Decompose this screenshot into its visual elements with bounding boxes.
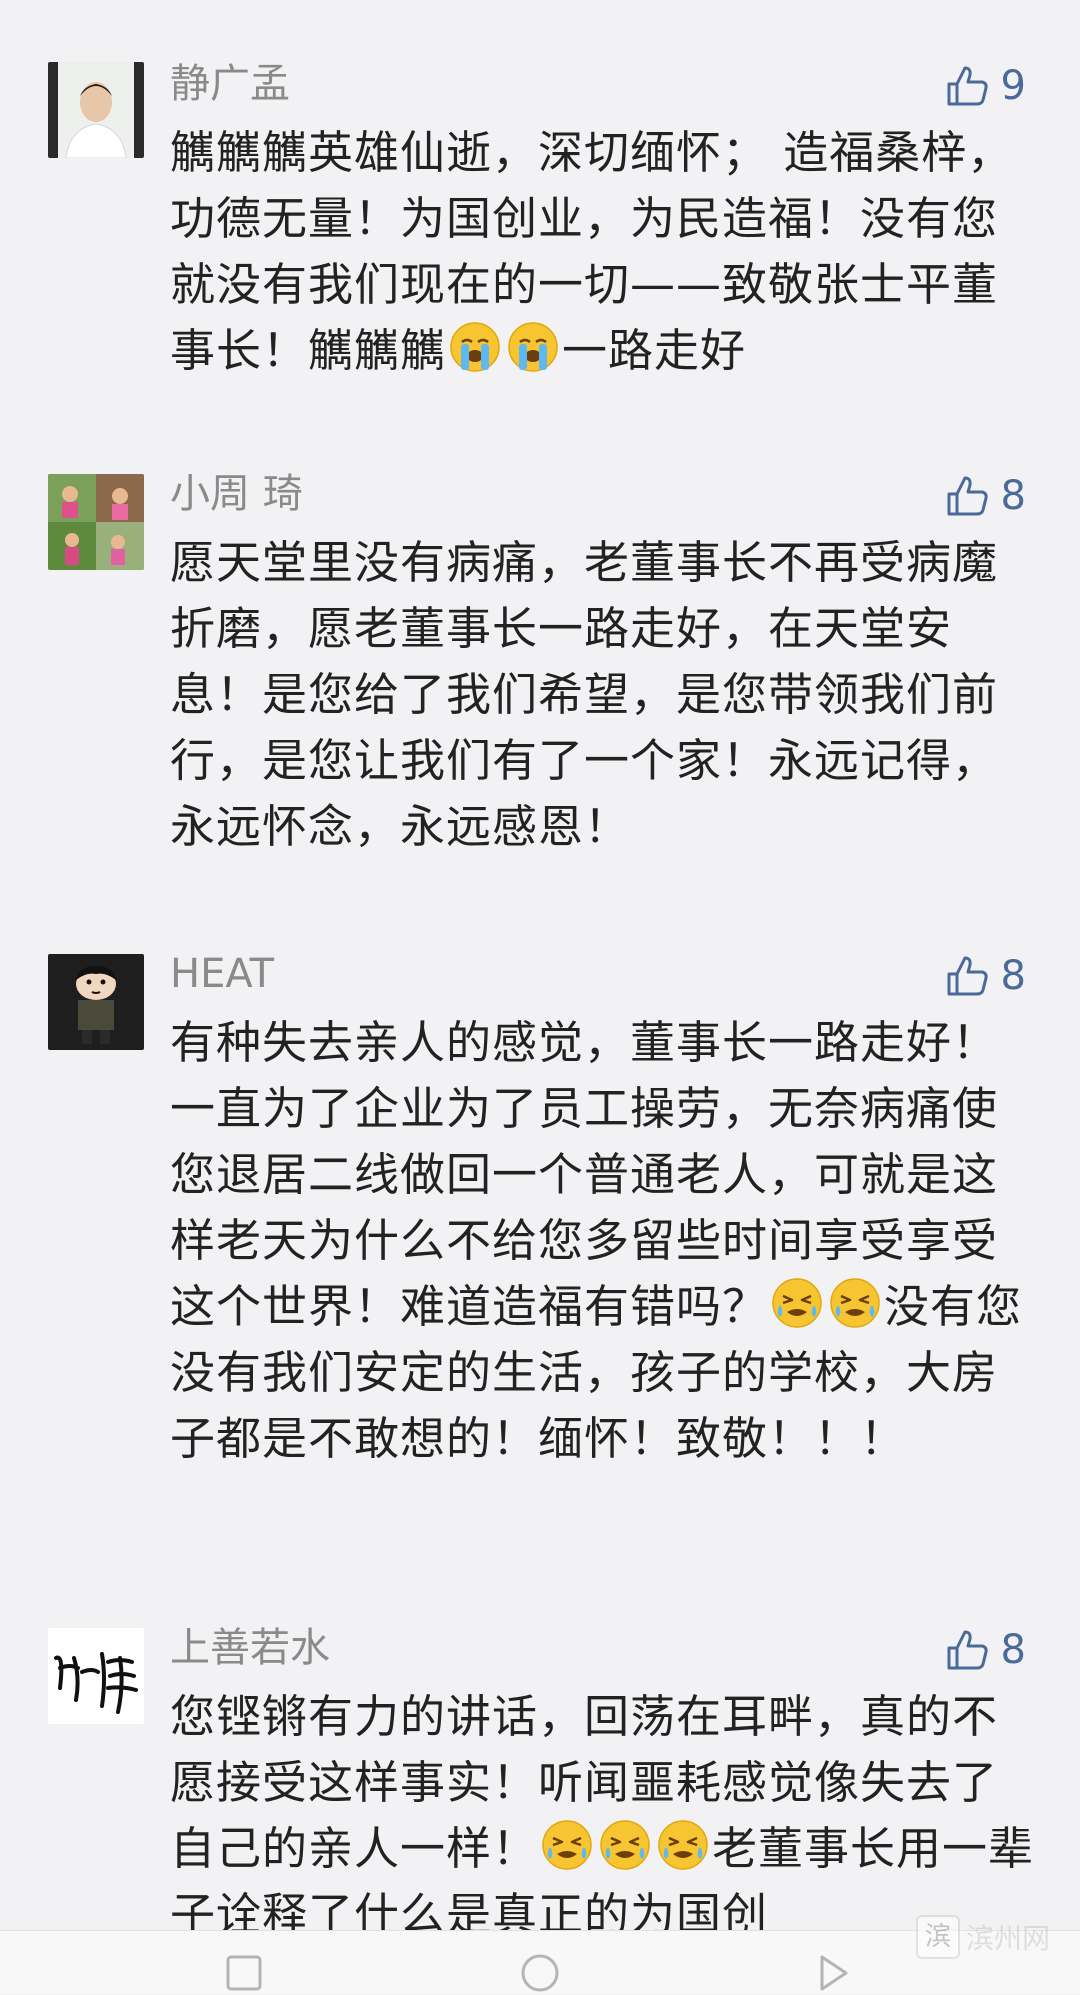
comment-text: 觽觽觽英雄仙逝，深切缅怀； 造福桑梓，功德无量！为国创业，为民造福！没有您就没有…: [170, 120, 1038, 384]
like-button[interactable]: 8: [943, 468, 1026, 524]
username[interactable]: 小周 琦: [170, 470, 303, 518]
tears-face-emoji: [828, 1276, 882, 1330]
comment-text: 有种失去亲人的感觉，董事长一路走好！一直为了企业为了员工操劳，无奈病痛使您退居二…: [170, 1010, 1038, 1472]
crying-face-emoji: [506, 320, 560, 374]
tears-face-emoji: [598, 1818, 652, 1872]
avatar[interactable]: [48, 1628, 144, 1724]
thumbs-up-icon: [943, 472, 991, 520]
comment-text-segment: 一路走好: [562, 324, 747, 377]
home-icon[interactable]: [518, 1951, 562, 1992]
comment-text-segment: 愿天堂里没有病痛，老董事长不再受病魔折磨，愿老董事长一路走好，在天堂安息！是您给…: [170, 536, 999, 853]
like-button[interactable]: 8: [943, 948, 1026, 1004]
comment-feed[interactable]: 静广孟 9 觽觽觽英雄仙逝，深切缅怀； 造福桑梓，功德无量！为国创业，为民造福！…: [0, 0, 1080, 1930]
watermark-logo: 滨: [915, 1915, 960, 1959]
like-count: 9: [1000, 63, 1026, 109]
forward-icon[interactable]: [812, 1951, 856, 1991]
username[interactable]: 静广孟: [170, 60, 290, 108]
like-button[interactable]: 9: [943, 58, 1026, 114]
watermark-text: 滨州网: [965, 1922, 1050, 1955]
like-count: 8: [1000, 1627, 1026, 1673]
thumbs-up-icon: [943, 62, 991, 110]
like-count: 8: [1000, 473, 1026, 519]
back-icon[interactable]: [222, 1951, 266, 1991]
tears-face-emoji: [540, 1818, 594, 1872]
avatar[interactable]: [48, 62, 144, 158]
username[interactable]: HEAT: [170, 950, 274, 998]
tears-face-emoji: [656, 1818, 710, 1872]
site-watermark: 滨 滨州网: [915, 1915, 1050, 1959]
username[interactable]: 上善若水: [170, 1624, 330, 1672]
avatar[interactable]: [48, 474, 144, 570]
thumbs-up-icon: [943, 1626, 991, 1674]
like-button[interactable]: 8: [943, 1622, 1026, 1678]
like-count: 8: [1000, 953, 1026, 999]
comment-text: 愿天堂里没有病痛，老董事长不再受病魔折磨，愿老董事长一路走好，在天堂安息！是您给…: [170, 530, 1038, 860]
crying-face-emoji: [448, 320, 502, 374]
tears-face-emoji: [770, 1276, 824, 1330]
thumbs-up-icon: [943, 952, 991, 1000]
comment-text: 您铿锵有力的讲话，回荡在耳畔，真的不愿接受这样事实！听闻噩耗感觉像失去了自己的亲…: [170, 1684, 1038, 1930]
avatar[interactable]: [48, 954, 144, 1050]
